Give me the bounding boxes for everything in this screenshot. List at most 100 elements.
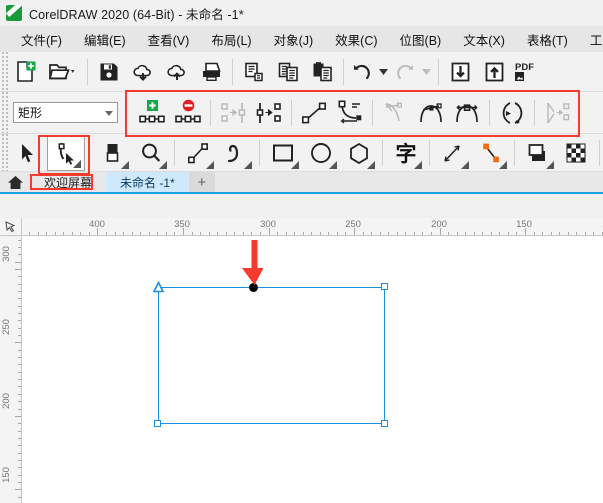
menu-item-tools[interactable]: 工具 [579, 27, 603, 52]
hruler-tick [422, 232, 423, 235]
tool-flyout-indicator[interactable] [121, 160, 129, 169]
redo-icon[interactable] [391, 54, 418, 90]
menu-item-table[interactable]: 表格(T) [516, 27, 579, 52]
add-node-icon[interactable] [134, 93, 170, 133]
tool-flyout-indicator[interactable] [414, 160, 422, 169]
node-top-right-square[interactable] [381, 283, 388, 290]
hruler-tick [269, 228, 270, 235]
vruler-label: 250 [1, 319, 12, 335]
freehand-tool-icon[interactable] [179, 135, 217, 171]
vruler-tick [18, 320, 21, 321]
pick-tool-icon[interactable] [9, 135, 47, 171]
crop-tool-icon[interactable] [94, 135, 132, 171]
toolbox-grip[interactable] [0, 134, 9, 171]
shape-tool-icon[interactable] [47, 134, 85, 171]
node-top-left-triangle[interactable] [152, 281, 165, 294]
menu-item-edit[interactable]: 编辑(E) [73, 27, 137, 52]
hruler-tick [534, 232, 535, 235]
menu-item-view[interactable]: 查看(V) [137, 27, 201, 52]
symmetrical-node-icon[interactable] [449, 93, 485, 133]
publish-pdf-icon[interactable]: PDF [511, 54, 543, 90]
tool-flyout-indicator[interactable] [206, 160, 214, 169]
vruler-tick [18, 357, 21, 358]
title-bar: CorelDRAW 2020 (64-Bit) - 未命名 -1* [0, 0, 603, 26]
cloud-download-icon[interactable] [126, 54, 160, 90]
extend-curve-to-close-icon[interactable] [539, 93, 575, 133]
hruler-tick [234, 232, 235, 235]
home-icon[interactable] [0, 172, 30, 192]
object-type-combo[interactable]: 矩形 [13, 102, 118, 123]
undo-icon[interactable] [348, 54, 375, 90]
join-two-nodes-icon[interactable] [215, 93, 251, 133]
cloud-upload-icon[interactable] [160, 54, 194, 90]
hruler-tick [286, 232, 287, 235]
reverse-direction-icon[interactable] [494, 93, 530, 133]
menu-item-object[interactable]: 对象(J) [263, 27, 325, 52]
vruler-tick [18, 350, 21, 351]
menu-item-effects[interactable]: 效果(C) [324, 27, 388, 52]
export-icon[interactable] [477, 54, 511, 90]
polygon-tool-icon[interactable] [340, 135, 378, 171]
hruler-tick [106, 232, 107, 235]
tool-flyout-indicator[interactable] [244, 160, 252, 169]
ellipse-tool-icon[interactable] [302, 135, 340, 171]
vruler-tick [18, 254, 21, 255]
tab-untitled-1[interactable]: 未命名 -1* [106, 172, 189, 192]
tab-welcome-screen[interactable]: 欢迎屏幕 [30, 172, 107, 192]
menu-item-text[interactable]: 文本(X) [452, 27, 516, 52]
tool-flyout-indicator[interactable] [329, 160, 337, 169]
toolbar-separator [291, 99, 292, 126]
hruler-tick [525, 228, 526, 235]
tool-flyout-indicator[interactable] [461, 160, 469, 169]
tool-flyout-indicator[interactable] [73, 159, 81, 168]
standard-toolbar-grip[interactable] [0, 52, 9, 91]
paste-icon[interactable] [305, 54, 339, 90]
hruler-tick [328, 232, 329, 235]
drop-shadow-tool-icon[interactable] [519, 135, 557, 171]
property-bar-grip[interactable] [0, 92, 9, 133]
convert-to-line-icon[interactable] [296, 93, 332, 133]
tool-flyout-indicator[interactable] [159, 160, 167, 169]
drawing-canvas[interactable] [22, 236, 603, 503]
new-document-icon[interactable] [9, 54, 43, 90]
menu-item-bitmap[interactable]: 位图(B) [389, 27, 453, 52]
zoom-tool-icon[interactable] [132, 135, 170, 171]
node-bottom-left-square[interactable] [154, 420, 161, 427]
delete-node-icon[interactable] [170, 93, 206, 133]
rectangle-tool-icon[interactable] [264, 135, 302, 171]
tool-flyout-indicator[interactable] [499, 160, 507, 169]
vruler-tick [18, 445, 21, 446]
ruler-origin-icon[interactable] [0, 218, 22, 236]
tool-flyout-indicator[interactable] [291, 160, 299, 169]
import-icon[interactable] [443, 54, 477, 90]
hruler-tick [593, 232, 594, 235]
node-bottom-right-square[interactable] [381, 420, 388, 427]
break-curve-icon[interactable] [251, 93, 287, 133]
cusp-node-icon[interactable] [377, 93, 413, 133]
undo-dropdown-icon[interactable] [375, 54, 391, 90]
selected-rectangle-shape[interactable] [158, 287, 385, 424]
save-document-icon[interactable] [92, 54, 126, 90]
menu-item-layout[interactable]: 布局(L) [200, 27, 262, 52]
add-tab-button[interactable]: + [188, 172, 215, 192]
cut-icon[interactable] [237, 54, 271, 90]
menu-item-file[interactable]: 文件(F) [10, 27, 73, 52]
vruler-tick [18, 431, 21, 432]
parallel-dimension-tool-icon[interactable] [434, 135, 472, 171]
horizontal-ruler[interactable]: 40035030025020015010050 [22, 218, 603, 236]
artistic-media-tool-icon[interactable] [217, 135, 255, 171]
hruler-tick [115, 232, 116, 235]
print-icon[interactable] [194, 54, 228, 90]
straight-line-connector-tool-icon[interactable] [472, 135, 510, 171]
vertical-ruler[interactable]: 300 250 200 150 [0, 236, 22, 503]
hruler-tick [431, 232, 432, 235]
tool-flyout-indicator[interactable] [367, 160, 375, 169]
open-document-icon[interactable] [43, 54, 83, 90]
redo-dropdown-icon[interactable] [418, 54, 434, 90]
copy-icon[interactable] [271, 54, 305, 90]
transparency-tool-icon[interactable] [557, 135, 595, 171]
convert-to-curve-icon[interactable] [332, 93, 368, 133]
tool-flyout-indicator[interactable] [546, 160, 554, 169]
text-tool-icon[interactable]: 字 [387, 135, 425, 171]
smooth-node-icon[interactable] [413, 93, 449, 133]
